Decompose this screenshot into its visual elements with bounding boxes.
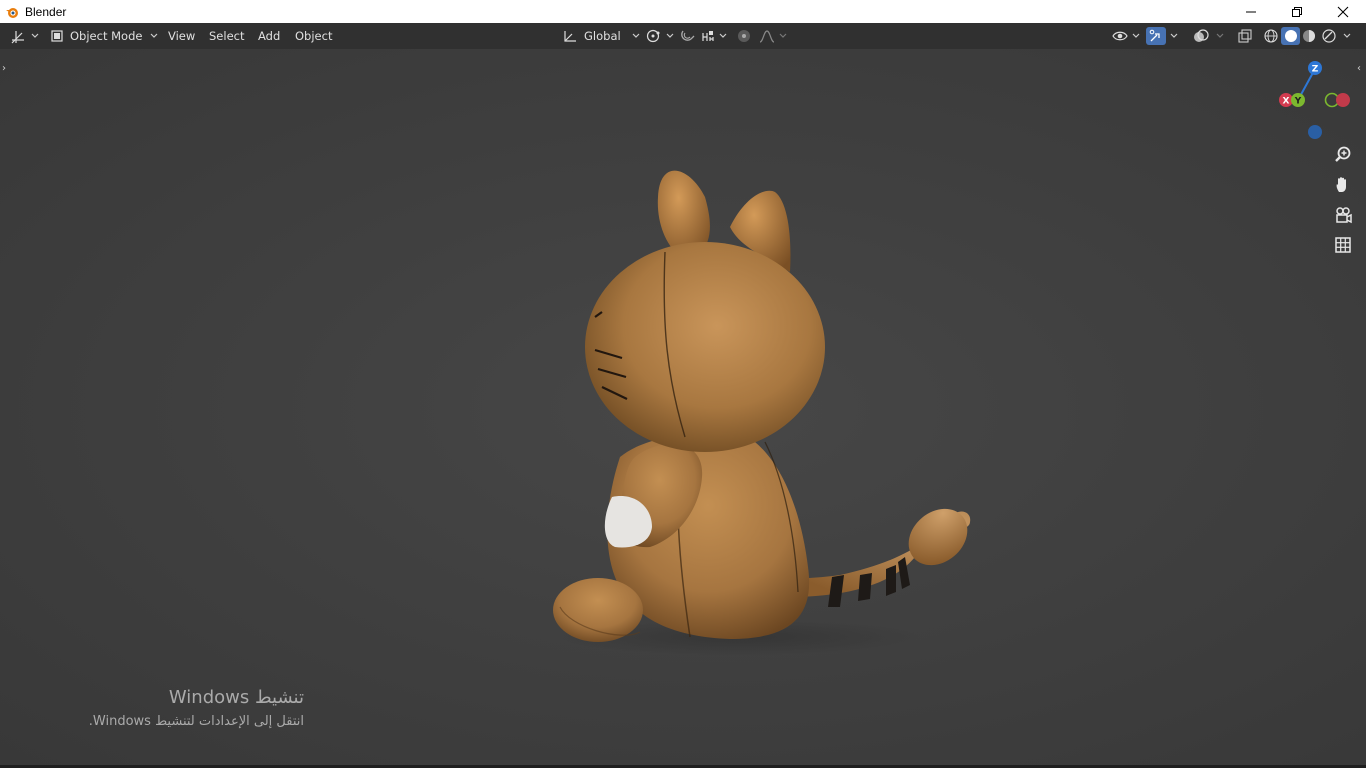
editor-type-selector[interactable] — [10, 27, 39, 45]
menu-select[interactable]: Select — [209, 27, 244, 45]
menu-add[interactable]: Add — [258, 27, 280, 45]
menu-object[interactable]: Object — [295, 27, 332, 45]
shading-rendered-button[interactable] — [1320, 27, 1338, 45]
svg-text:Z: Z — [1312, 65, 1319, 75]
xray-toggle[interactable] — [1237, 27, 1253, 45]
svg-text:X: X — [1283, 97, 1290, 107]
cat-foot — [553, 578, 643, 642]
ortho-grid-icon — [1335, 237, 1351, 253]
svg-text:Y: Y — [1294, 97, 1302, 107]
chevron-down-icon — [666, 33, 674, 38]
navigation-gizmo[interactable]: Z X Y — [1270, 59, 1360, 149]
activation-watermark-title: تنشيط Windows — [168, 687, 304, 708]
close-icon — [1337, 6, 1349, 17]
toolbar-expand-arrow[interactable]: › — [2, 63, 6, 74]
shading-wireframe-button[interactable] — [1262, 27, 1280, 45]
rendered-shading-icon — [1322, 29, 1336, 43]
chevron-down-icon — [31, 33, 39, 38]
wireframe-shading-icon — [1264, 29, 1278, 43]
chevron-down-icon — [1216, 33, 1224, 38]
object-mode-icon — [51, 30, 63, 42]
snap-magnet-icon — [681, 30, 695, 41]
chevron-down-icon — [719, 33, 727, 38]
overlays-icon — [1194, 29, 1209, 42]
pan-hand-icon — [1336, 177, 1346, 192]
falloff-curve-icon — [759, 30, 775, 43]
viewport-header: Object Mode View Select Add Object Globa… — [0, 23, 1366, 49]
menu-view[interactable]: View — [168, 27, 195, 45]
chevron-down-icon — [1132, 33, 1140, 38]
activation-watermark-subtitle: انتقل إلى الإعدادات لتنشيط Windows. — [88, 714, 304, 729]
object-visibility-selector[interactable] — [1111, 27, 1140, 45]
chevron-down-icon — [151, 33, 158, 38]
gizmo-toggle-icon — [1149, 29, 1160, 42]
chevron-down-icon — [632, 33, 640, 38]
pivot-point-selector[interactable] — [645, 27, 674, 45]
zoom-tool[interactable] — [1330, 142, 1356, 168]
chevron-down-icon — [1343, 33, 1351, 38]
falloff-selector[interactable] — [758, 27, 787, 45]
window-title: Blender — [25, 4, 67, 19]
cat-head — [585, 242, 825, 452]
snap-toggle[interactable] — [679, 27, 697, 45]
proportional-editing-toggle[interactable] — [735, 27, 753, 45]
3d-viewport[interactable]: › ‹ Z X Y تنشيط Windows انتقل إلى الإعدا… — [0, 49, 1366, 768]
restore-button[interactable] — [1274, 0, 1320, 23]
gizmo-neg-x-axis — [1336, 93, 1350, 107]
snap-target-selector[interactable] — [700, 27, 727, 45]
minimize-icon — [1246, 11, 1256, 12]
mode-selector[interactable]: Object Mode — [46, 27, 163, 45]
window-controls — [1228, 0, 1366, 23]
shading-solid-button[interactable] — [1281, 27, 1300, 45]
zoom-icon — [1335, 146, 1351, 162]
gizmo-neg-z-axis — [1308, 125, 1322, 139]
transform-orientation-label: Global — [584, 29, 621, 43]
pivot-point-icon — [646, 29, 660, 43]
minimize-button[interactable] — [1228, 0, 1274, 23]
gizmo-toggle[interactable] — [1146, 27, 1166, 45]
3d-viewport-editor-icon — [11, 31, 24, 44]
camera-view-tool[interactable] — [1330, 202, 1356, 228]
cat-tail-tip — [908, 508, 968, 566]
title-bar: Blender — [0, 0, 1366, 23]
shading-material-button[interactable] — [1300, 27, 1318, 45]
pan-tool[interactable] — [1330, 172, 1356, 198]
blender-logo-icon — [6, 7, 18, 18]
camera-view-icon — [1336, 207, 1352, 224]
gizmo-options[interactable] — [1169, 27, 1179, 45]
xray-toggle-icon — [1238, 29, 1252, 43]
material-preview-icon — [1303, 30, 1315, 42]
transform-orientation-icon — [564, 31, 576, 42]
close-button[interactable] — [1320, 0, 1366, 23]
chevron-down-icon — [1170, 33, 1178, 38]
overlays-toggle[interactable] — [1192, 27, 1224, 45]
object-visibility-icon — [1112, 31, 1128, 41]
ortho-toggle[interactable] — [1330, 232, 1356, 258]
snap-increment-icon — [702, 31, 714, 41]
shading-options[interactable] — [1342, 27, 1352, 45]
chevron-down-icon — [779, 33, 787, 38]
restore-icon — [1292, 6, 1302, 17]
transform-orientation-selector[interactable]: Global — [562, 27, 641, 45]
mode-label: Object Mode — [70, 29, 143, 43]
tabby-cat-figurine[interactable] — [540, 137, 980, 657]
proportional-editing-icon — [738, 30, 750, 42]
solid-shading-icon — [1284, 30, 1297, 42]
